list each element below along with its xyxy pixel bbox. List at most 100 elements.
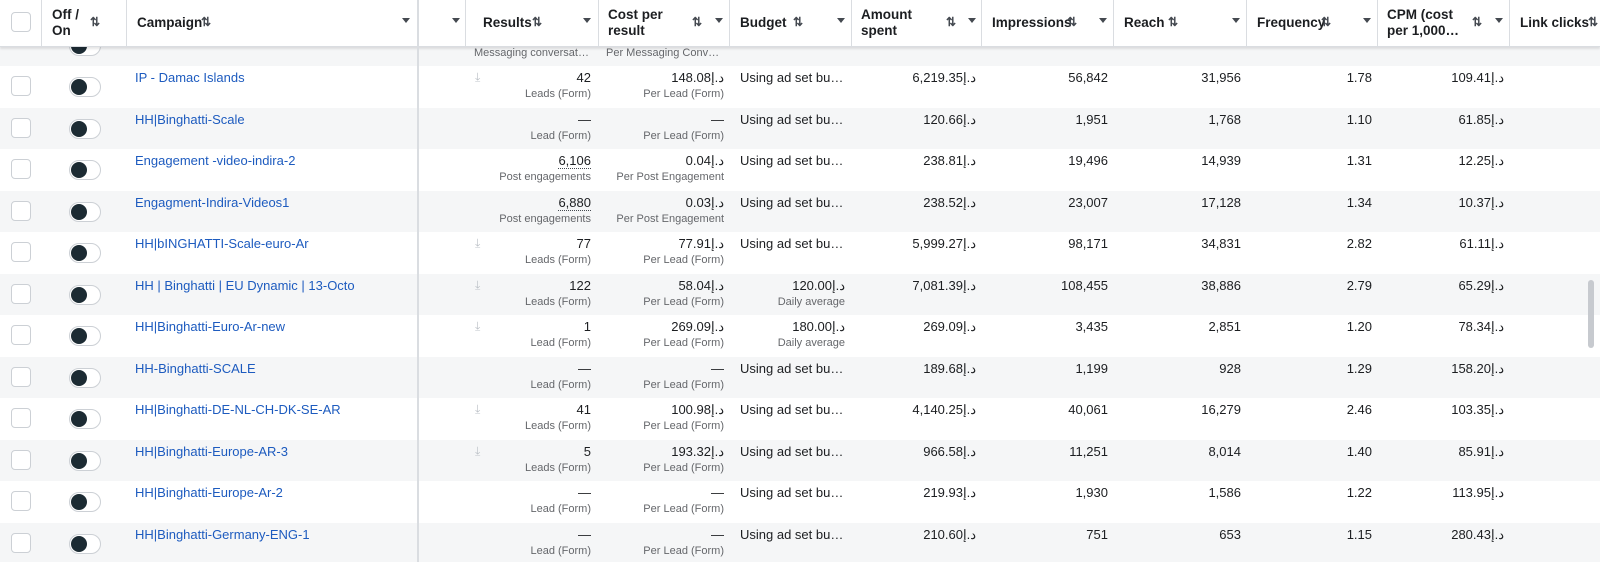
header-link-clicks[interactable]: Link clicks ⇅ (1510, 0, 1600, 46)
chevron-down-icon[interactable] (968, 18, 976, 23)
campaign-toggle[interactable] (69, 202, 101, 222)
row-checkbox[interactable] (11, 159, 31, 179)
sort-icon[interactable]: ⇅ (1067, 15, 1077, 29)
campaign-name-link[interactable]: HH|Binghatti-Europe-Ar-2 (135, 485, 283, 501)
header-cpm[interactable]: CPM (cost per 1,000… ⇅ (1378, 0, 1510, 46)
table-row[interactable]: HH|Binghatti-Germany-ENG-1 — Lead (Form) — P… (0, 523, 1600, 562)
sort-icon[interactable]: ⇅ (201, 15, 211, 29)
campaign-name-link[interactable]: HH|Binghatti-Europe-AR-3 (135, 444, 288, 460)
sort-icon[interactable]: ⇅ (793, 15, 803, 29)
results-value[interactable]: 77 (490, 236, 591, 252)
download-icon[interactable]: ⤓ (475, 319, 480, 334)
header-frequency[interactable]: Frequency ⇅ (1247, 0, 1378, 46)
sort-icon[interactable]: ⇅ (1168, 15, 1178, 29)
campaign-name-link[interactable]: IP - Damac Islands (135, 70, 245, 86)
vertical-scrollbar[interactable] (1588, 280, 1594, 348)
campaign-name-link[interactable]: Engagement -video-indira-2 (135, 153, 295, 169)
sort-icon[interactable]: ⇅ (1588, 15, 1598, 29)
table-row[interactable]: HH|bINGHATTI-Scale-euro-Ar ⤓ 77 Leads (Form… (0, 232, 1600, 273)
sort-icon[interactable]: ⇅ (532, 15, 542, 29)
header-off-on[interactable]: Off / On ⇅ (42, 0, 127, 46)
download-icon[interactable]: ⤓ (475, 402, 480, 417)
sort-icon[interactable]: ⇅ (692, 15, 702, 29)
results-value[interactable]: 6,880 (490, 195, 591, 211)
chevron-down-icon[interactable] (1495, 18, 1503, 23)
results-value[interactable]: 1 (490, 319, 591, 335)
campaign-toggle[interactable] (69, 77, 101, 97)
header-cost-per-result[interactable]: Cost per result ⇅ (599, 0, 730, 46)
results-value[interactable]: 6,106 (490, 153, 591, 169)
results-value[interactable]: — (490, 527, 591, 543)
campaign-toggle[interactable] (69, 409, 101, 429)
results-value[interactable]: — (490, 485, 591, 501)
row-checkbox[interactable] (11, 367, 31, 387)
campaign-name-link[interactable]: HH|Binghatti-DE-NL-CH-DK-SE-AR (135, 402, 341, 418)
campaign-name-link[interactable]: HH | Binghatti | EU Dynamic | 13-Octo (135, 278, 355, 294)
campaign-toggle[interactable] (69, 326, 101, 346)
row-checkbox[interactable] (11, 533, 31, 553)
download-icon[interactable]: ⤓ (475, 70, 480, 85)
sort-icon[interactable]: ⇅ (946, 15, 956, 29)
campaign-toggle[interactable] (69, 285, 101, 305)
row-checkbox[interactable] (11, 201, 31, 221)
campaign-toggle[interactable] (69, 368, 101, 388)
table-row[interactable]: HH|Binghatti-Europe-AR-3 ⤓ 5 Leads (Form) 19… (0, 440, 1600, 481)
table-row[interactable]: Engagement -video-indira-2 6,106 Post enga… (0, 149, 1600, 190)
campaign-name-link[interactable]: HH|Binghatti-Scale (135, 112, 245, 128)
header-reach[interactable]: Reach ⇅ (1114, 0, 1247, 46)
row-checkbox[interactable] (11, 242, 31, 262)
results-value[interactable]: 122 (490, 278, 591, 294)
campaign-toggle[interactable] (69, 492, 101, 512)
sort-icon[interactable]: ⇅ (1321, 15, 1331, 29)
chevron-down-icon[interactable] (1232, 18, 1240, 23)
results-value[interactable]: 41 (490, 402, 591, 418)
chevron-down-icon[interactable] (452, 18, 460, 23)
row-checkbox[interactable] (11, 284, 31, 304)
campaign-toggle[interactable] (69, 243, 101, 263)
campaign-name-link[interactable]: HH|bINGHATTI-Scale-euro-Ar (135, 236, 309, 252)
table-row[interactable]: HH-Binghatti-SCALE — Lead (Form) — Per Lead … (0, 357, 1600, 398)
results-value[interactable]: 5 (490, 444, 591, 460)
row-checkbox[interactable] (11, 491, 31, 511)
campaign-name-link[interactable]: HH|Binghatti-Euro-Ar-new (135, 319, 285, 335)
results-value[interactable]: 42 (490, 70, 591, 86)
campaign-toggle[interactable] (69, 119, 101, 139)
sort-icon[interactable]: ⇅ (1472, 15, 1482, 29)
download-icon[interactable]: ⤓ (475, 444, 480, 459)
table-row[interactable]: IP - Damac Islands ⤓ 42 Leads (Form) 148.08د… (0, 66, 1600, 107)
row-checkbox[interactable] (11, 118, 31, 138)
campaign-name-link[interactable]: HH-Binghatti-SCALE (135, 361, 256, 377)
row-checkbox[interactable] (11, 325, 31, 345)
select-all-checkbox[interactable] (11, 12, 31, 32)
campaign-toggle[interactable] (69, 160, 101, 180)
chevron-down-icon[interactable] (1099, 18, 1107, 23)
chevron-down-icon[interactable] (402, 18, 410, 23)
header-campaign[interactable]: Campaign ⇅ (127, 0, 418, 46)
header-budget[interactable]: Budget ⇅ (730, 0, 852, 46)
results-value[interactable]: — (490, 112, 591, 128)
row-checkbox[interactable] (11, 408, 31, 428)
table-row[interactable]: HH|Binghatti-Euro-Ar-new ⤓ 1 Lead (Form) 269… (0, 315, 1600, 356)
table-row[interactable]: HH | Binghatti | EU Dynamic | 13-Octo ⤓ 12… (0, 274, 1600, 315)
results-value[interactable]: — (490, 361, 591, 377)
table-row[interactable]: HH|Binghatti-Scale — Lead (Form) — Per Lead … (0, 108, 1600, 149)
chevron-down-icon[interactable] (1363, 18, 1371, 23)
campaign-toggle[interactable] (69, 451, 101, 471)
row-checkbox[interactable] (11, 76, 31, 96)
sort-icon[interactable]: ⇅ (90, 15, 100, 29)
table-row[interactable]: HH|Binghatti-DE-NL-CH-DK-SE-AR ⤓ 41 Leads (… (0, 398, 1600, 439)
header-results[interactable]: Results ⇅ (466, 0, 599, 46)
campaign-toggle[interactable] (69, 534, 101, 554)
chevron-down-icon[interactable] (583, 18, 591, 23)
row-checkbox[interactable] (11, 450, 31, 470)
chevron-down-icon[interactable] (837, 18, 845, 23)
table-row[interactable]: Engagment-Indira-Videos1 6,880 Post engage… (0, 191, 1600, 232)
header-impressions[interactable]: Impressions ⇅ (982, 0, 1114, 46)
chevron-down-icon[interactable] (715, 18, 723, 23)
table-row[interactable]: HH|Binghatti-Europe-Ar-2 — Lead (Form) — Per… (0, 481, 1600, 522)
download-icon[interactable]: ⤓ (475, 236, 480, 251)
download-icon[interactable]: ⤓ (475, 278, 480, 293)
campaign-name-link[interactable]: Engagment-Indira-Videos1 (135, 195, 289, 211)
campaign-name-link[interactable]: HH|Binghatti-Germany-ENG-1 (135, 527, 310, 543)
header-amount-spent[interactable]: Amount spent ⇅ (852, 0, 982, 46)
